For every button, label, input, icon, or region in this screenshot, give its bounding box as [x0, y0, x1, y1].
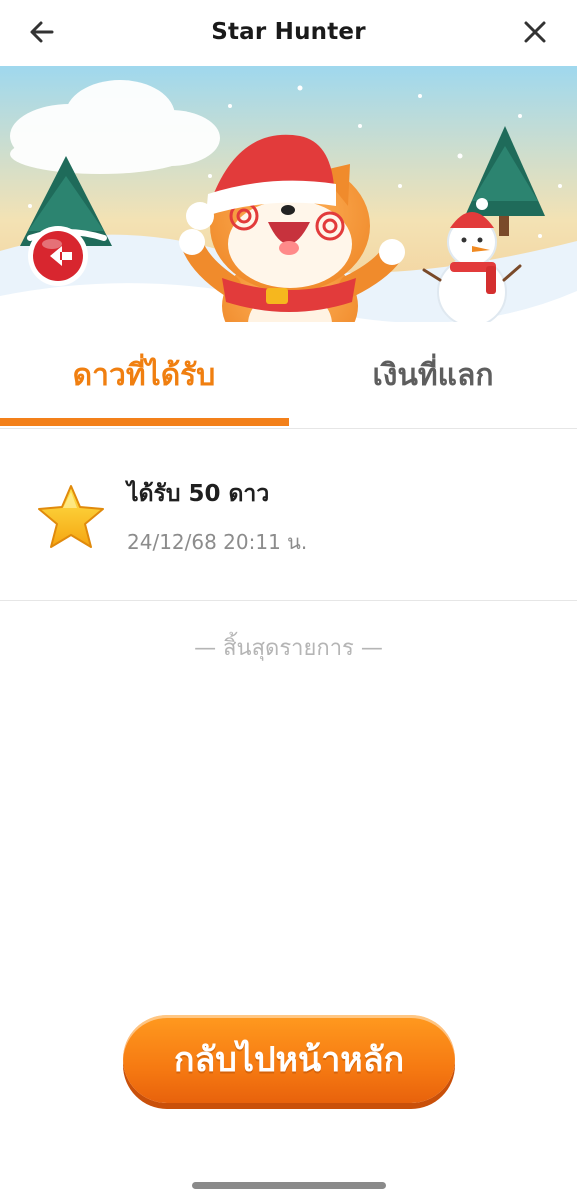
- back-arrow-icon[interactable]: [24, 14, 60, 50]
- winter-banner: [0, 66, 577, 346]
- end-of-list-label: — สิ้นสุดรายการ —: [194, 636, 383, 661]
- active-tab-indicator: [0, 418, 289, 426]
- record-title: ได้รับ 50 ดาว: [127, 481, 270, 507]
- page-title: Star Hunter: [211, 19, 366, 45]
- home-indicator: [192, 1182, 386, 1189]
- record-timestamp: 24/12/68 20:11 น.: [127, 530, 308, 554]
- banner-back-icon[interactable]: [26, 224, 90, 288]
- close-icon[interactable]: [517, 14, 553, 50]
- star-icon: [36, 482, 106, 552]
- top-app-bar: Star Hunter: [0, 0, 577, 64]
- list-item: ได้รับ 50 ดาว 24/12/68 20:11 น.: [0, 440, 577, 601]
- tab-cash-redeemed[interactable]: เงินที่แลก: [289, 322, 577, 428]
- back-to-home-button[interactable]: กลับไปหน้าหลัก: [123, 1015, 455, 1103]
- tab-bar: ดาวที่ได้รับ เงินที่แลก: [0, 322, 577, 429]
- winter-scene-illustration: [0, 66, 577, 346]
- tab-stars-received[interactable]: ดาวที่ได้รับ: [0, 322, 288, 428]
